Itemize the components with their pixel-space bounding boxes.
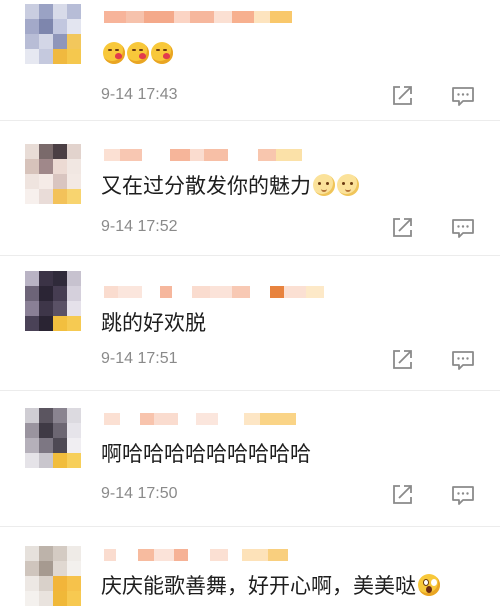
shock-emoji-icon <box>418 574 440 596</box>
kiss-emoji-icon <box>103 42 125 64</box>
comment-text: 跳的好欢脱 <box>101 311 206 335</box>
share-button[interactable] <box>390 84 414 108</box>
comment-item: 9-14 17:43 <box>0 0 500 121</box>
share-button[interactable] <box>390 483 414 507</box>
avatar[interactable] <box>25 408 81 468</box>
avatar[interactable] <box>25 271 81 331</box>
comment-text: 庆庆能歌善舞，好开心啊，美美哒 <box>101 572 440 600</box>
comment-item: 跳的好欢脱 9-14 17:51 <box>0 255 500 391</box>
share-icon <box>393 485 412 504</box>
reply-button[interactable] <box>451 348 475 372</box>
share-icon <box>393 86 412 105</box>
comment-item: 庆庆能歌善舞，好开心啊，美美哒 <box>0 526 500 611</box>
reply-button[interactable] <box>451 216 475 240</box>
share-button[interactable] <box>390 348 414 372</box>
comment-item: 又在过分散发你的魅力 9-14 17:52 <box>0 120 500 256</box>
comment-item: 啊哈哈哈哈哈哈哈哈哈 9-14 17:50 <box>0 390 500 527</box>
kiss-emoji-icon <box>127 42 149 64</box>
kiss-emoji-icon <box>151 42 173 64</box>
timestamp: 9-14 17:43 <box>101 86 178 103</box>
comment-icon <box>452 486 474 505</box>
comment-text: 又在过分散发你的魅力 <box>101 172 359 200</box>
comment-icon <box>452 351 474 370</box>
timestamp: 9-14 17:50 <box>101 485 178 502</box>
share-button[interactable] <box>390 216 414 240</box>
timestamp: 9-14 17:52 <box>101 218 178 235</box>
shy-emoji-icon <box>337 174 359 196</box>
reply-button[interactable] <box>451 483 475 507</box>
avatar[interactable] <box>25 144 81 204</box>
timestamp: 9-14 17:51 <box>101 350 178 367</box>
reply-button[interactable] <box>451 84 475 108</box>
comment-text: 啊哈哈哈哈哈哈哈哈哈 <box>101 442 311 466</box>
username-blurred[interactable] <box>104 146 302 164</box>
comment-icon <box>452 219 474 238</box>
avatar[interactable] <box>25 4 81 64</box>
username-blurred[interactable] <box>104 8 292 26</box>
avatar[interactable] <box>25 546 81 606</box>
username-blurred[interactable] <box>104 546 288 564</box>
comment-text <box>101 40 173 68</box>
username-blurred[interactable] <box>104 410 296 428</box>
share-icon <box>393 350 412 369</box>
shy-emoji-icon <box>313 174 335 196</box>
comment-icon <box>452 87 474 106</box>
username-blurred[interactable] <box>104 283 324 301</box>
share-icon <box>393 218 412 237</box>
